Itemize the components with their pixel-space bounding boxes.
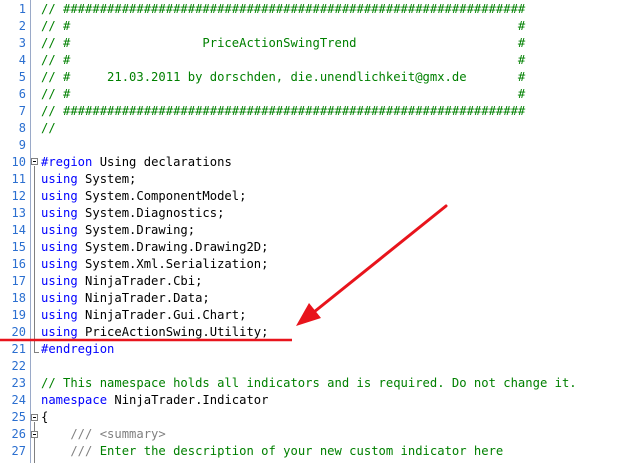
annotation-arrow-shaft bbox=[312, 204, 448, 314]
annotation-arrow-head bbox=[296, 303, 321, 326]
annotation-overlay bbox=[0, 204, 448, 342]
